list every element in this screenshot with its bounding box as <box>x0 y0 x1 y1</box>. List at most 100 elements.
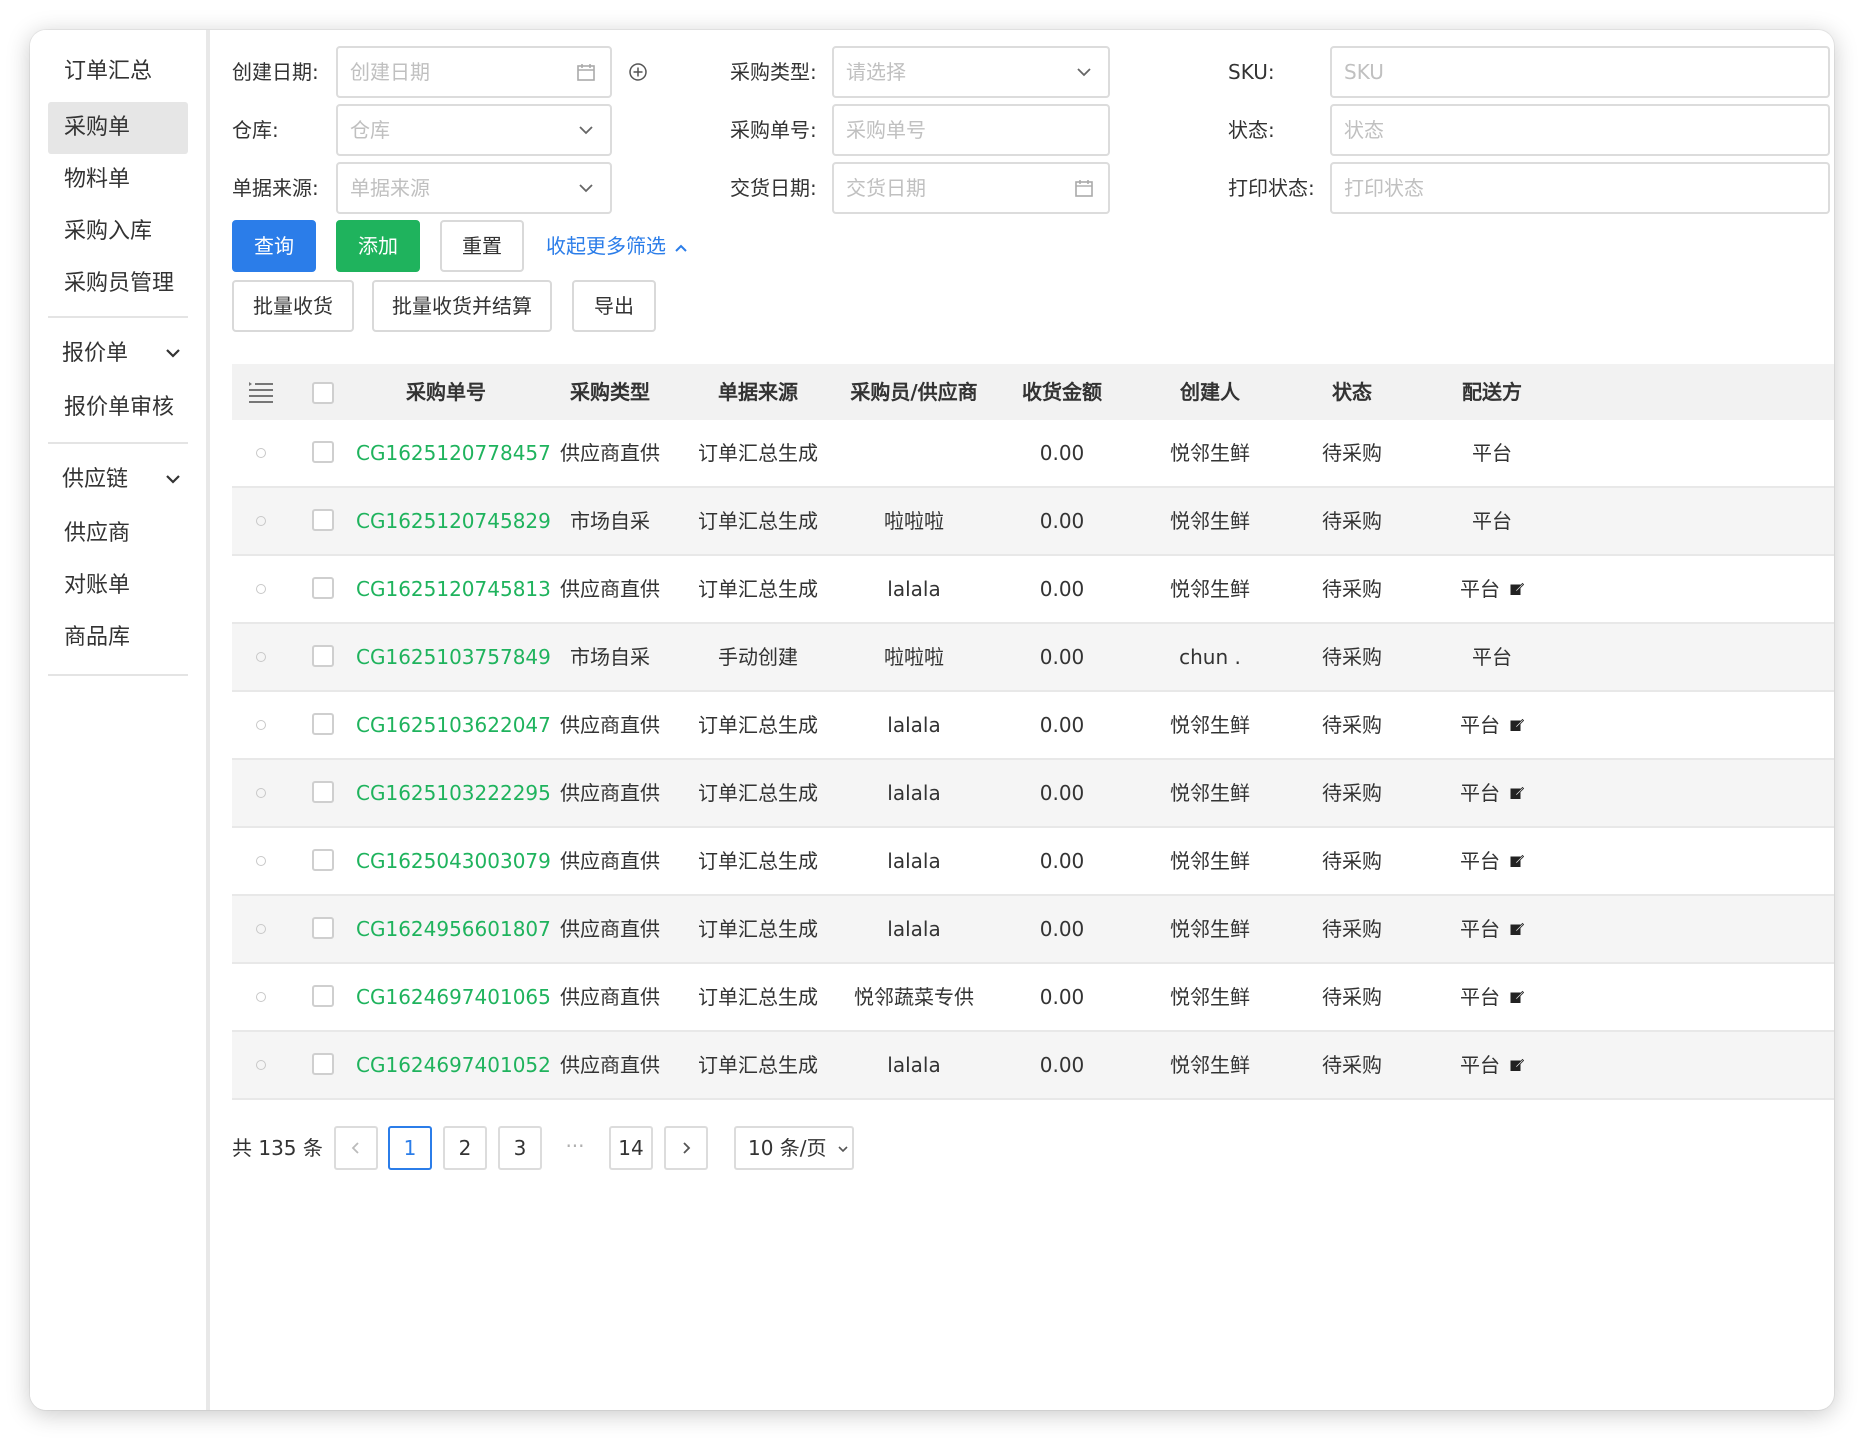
purchase-no-input[interactable]: 采购单号 <box>832 104 1110 156</box>
sidebar-item-purchase-inbound[interactable]: 采购入库 <box>48 206 188 258</box>
row-checkbox[interactable] <box>312 849 334 871</box>
print-status-select[interactable]: 打印状态 <box>1330 162 1830 214</box>
purchase-no-cell[interactable]: CG1625103222295 <box>356 760 551 826</box>
sidebar-item-supplier[interactable]: 供应商 <box>48 508 188 560</box>
page-button[interactable]: 3 <box>498 1126 542 1170</box>
row-expand-dot[interactable] <box>256 992 266 1002</box>
amount-cell: 0.00 <box>996 828 1128 894</box>
sidebar-item-material-order[interactable]: 物料单 <box>48 154 188 206</box>
purchase-no-placeholder: 采购单号 <box>846 118 926 142</box>
row-expand-dot[interactable] <box>256 720 266 730</box>
page-size-select[interactable]: 10 条/页 <box>734 1126 854 1170</box>
select-all-checkbox[interactable] <box>312 382 334 404</box>
row-checkbox[interactable] <box>312 781 334 803</box>
collapse-filters-link[interactable]: 收起更多筛选 <box>546 220 688 272</box>
column-header[interactable]: 单据来源 <box>684 364 832 420</box>
delivery-cell-text: 平台 <box>1460 985 1500 1009</box>
sidebar-group-quotation[interactable]: 报价单 <box>48 328 188 380</box>
column-header[interactable]: 采购单号 <box>356 364 536 420</box>
table-header: 采购单号 采购类型 单据来源 采购员/供应商 收货金额 创建人 状态 配送方 <box>232 364 1834 422</box>
row-checkbox[interactable] <box>312 645 334 667</box>
purchase-no-cell-text: CG1624697401052 <box>356 1053 551 1077</box>
edit-icon[interactable] <box>1510 922 1524 936</box>
column-header[interactable]: 创建人 <box>1128 364 1292 420</box>
table-row[interactable]: CG1625120778457 供应商直供 订单汇总生成 0.00 悦邻生鲜 待采购 平台 <box>232 420 1834 488</box>
row-checkbox[interactable] <box>312 441 334 463</box>
row-expand-dot[interactable] <box>256 448 266 458</box>
purchase-no-cell[interactable]: CG1624697401065 <box>356 964 551 1030</box>
page-button[interactable]: 2 <box>443 1126 487 1170</box>
batch-receive-button[interactable]: 批量收货 <box>232 280 354 332</box>
next-page-button[interactable] <box>664 1126 708 1170</box>
reset-button[interactable]: 重置 <box>440 220 524 272</box>
purchase-no-cell[interactable]: CG1625120745813 <box>356 556 551 622</box>
table-row[interactable]: CG1624697401052 供应商直供 订单汇总生成 lalala 0.00 悦邻生鲜… <box>232 1032 1834 1100</box>
sidebar-item-purchase-order[interactable]: 采购单 <box>48 102 188 154</box>
table-row[interactable]: CG1624697401065 供应商直供 订单汇总生成 悦邻蔬菜专供 0.00 悦邻生鲜… <box>232 964 1834 1032</box>
sidebar-item-quotation-review[interactable]: 报价单审核 <box>48 382 188 434</box>
source-select[interactable]: 单据来源 <box>336 162 612 214</box>
row-expand-dot[interactable] <box>256 856 266 866</box>
row-checkbox[interactable] <box>312 577 334 599</box>
edit-icon[interactable] <box>1510 582 1524 596</box>
sidebar-group-supply-chain[interactable]: 供应链 <box>48 454 188 506</box>
pagination-ellipsis[interactable]: ··· <box>553 1126 597 1170</box>
purchase-no-cell[interactable]: CG1625043003079 <box>356 828 551 894</box>
edit-icon[interactable] <box>1510 786 1524 800</box>
column-header[interactable]: 状态 <box>1292 364 1412 420</box>
export-button[interactable]: 导出 <box>572 280 656 332</box>
plus-circle-icon[interactable] <box>628 62 648 82</box>
table-row[interactable]: CG1625103222295 供应商直供 订单汇总生成 lalala 0.00 悦邻生鲜… <box>232 760 1834 828</box>
sidebar-item-statement[interactable]: 对账单 <box>48 560 188 612</box>
purchase-type-cell: 市场自采 <box>536 488 684 554</box>
purchase-no-cell[interactable]: CG1625120778457 <box>356 420 551 486</box>
column-header[interactable]: 配送方 <box>1412 364 1572 420</box>
sidebar-item-buyer-management[interactable]: 采购员管理 <box>48 258 188 310</box>
edit-icon[interactable] <box>1510 990 1524 1004</box>
batch-receive-settle-button[interactable]: 批量收货并结算 <box>372 280 552 332</box>
delivery-date-picker[interactable]: 交货日期 <box>832 162 1110 214</box>
edit-icon[interactable] <box>1510 718 1524 732</box>
row-expand-dot[interactable] <box>256 516 266 526</box>
row-expand-dot[interactable] <box>256 1060 266 1070</box>
page-button[interactable]: 1 <box>388 1126 432 1170</box>
list-settings-icon[interactable] <box>248 380 274 404</box>
sidebar-item-product-library[interactable]: 商品库 <box>48 612 188 664</box>
row-checkbox[interactable] <box>312 985 334 1007</box>
row-checkbox[interactable] <box>312 713 334 735</box>
row-expand-dot[interactable] <box>256 652 266 662</box>
purchase-no-cell[interactable]: CG1625120745829 <box>356 488 551 554</box>
row-checkbox[interactable] <box>312 509 334 531</box>
row-expand-dot[interactable] <box>256 924 266 934</box>
create-date-picker[interactable]: 创建日期 <box>336 46 612 98</box>
page-button[interactable]: 14 <box>609 1126 653 1170</box>
sidebar-item-order-summary[interactable]: 订单汇总 <box>48 46 188 98</box>
table-row[interactable]: CG1625043003079 供应商直供 订单汇总生成 lalala 0.00 悦邻生鲜… <box>232 828 1834 896</box>
status-select[interactable]: 状态 <box>1330 104 1830 156</box>
query-button[interactable]: 查询 <box>232 220 316 272</box>
column-header[interactable]: 收货金额 <box>996 364 1128 420</box>
column-header[interactable]: 采购类型 <box>536 364 684 420</box>
row-expand-dot[interactable] <box>256 584 266 594</box>
row-checkbox[interactable] <box>312 917 334 939</box>
edit-icon[interactable] <box>1510 854 1524 868</box>
warehouse-select[interactable]: 仓库 <box>336 104 612 156</box>
add-button[interactable]: 添加 <box>336 220 420 272</box>
purchase-no-cell[interactable]: CG1624956601807 <box>356 896 551 962</box>
status-cell-text: 待采购 <box>1322 985 1382 1009</box>
table-row[interactable]: CG1625120745829 市场自采 订单汇总生成 啦啦啦 0.00 悦邻生鲜 待采购 平… <box>232 488 1834 556</box>
table-row[interactable]: CG1625103622047 供应商直供 订单汇总生成 lalala 0.00 悦邻生鲜… <box>232 692 1834 760</box>
row-checkbox[interactable] <box>312 1053 334 1075</box>
edit-icon[interactable] <box>1510 1058 1524 1072</box>
purchase-type-select[interactable]: 请选择 <box>832 46 1110 98</box>
row-expand-dot[interactable] <box>256 788 266 798</box>
purchase-no-cell[interactable]: CG1624697401052 <box>356 1032 551 1098</box>
prev-page-button[interactable] <box>334 1126 378 1170</box>
purchase-no-cell[interactable]: CG1625103622047 <box>356 692 551 758</box>
table-row[interactable]: CG1625120745813 供应商直供 订单汇总生成 lalala 0.00 悦邻生鲜… <box>232 556 1834 624</box>
table-row[interactable]: CG1625103757849 市场自采 手动创建 啦啦啦 0.00 chun . 待采购 平… <box>232 624 1834 692</box>
sku-input[interactable]: SKU <box>1330 46 1830 98</box>
purchase-no-cell[interactable]: CG1625103757849 <box>356 624 551 690</box>
table-row[interactable]: CG1624956601807 供应商直供 订单汇总生成 lalala 0.00 悦邻生鲜… <box>232 896 1834 964</box>
column-header[interactable]: 采购员/供应商 <box>832 364 996 420</box>
